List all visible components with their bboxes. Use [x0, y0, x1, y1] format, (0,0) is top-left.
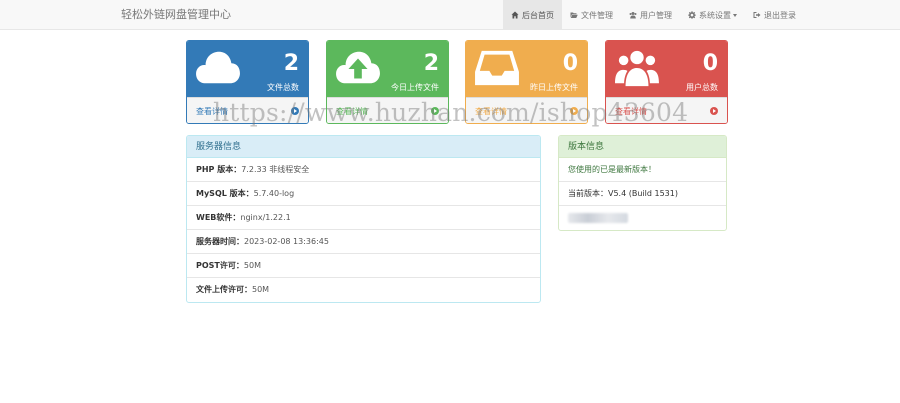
- sign-out-icon: [753, 11, 761, 19]
- nav-item-settings[interactable]: 系统设置: [680, 0, 745, 30]
- stat-value: 2: [423, 51, 439, 76]
- arrow-circle-right-icon: [431, 107, 439, 115]
- nav-item-label: 系统设置: [699, 10, 731, 20]
- view-details-label: 查看详情: [475, 106, 507, 116]
- stat-label: 文件总数: [267, 83, 299, 92]
- server-info-row: WEB软件：nginx/1.22.1: [187, 206, 540, 230]
- view-details-label: 查看详情: [196, 106, 228, 116]
- view-details-link[interactable]: 查看详情: [187, 97, 308, 123]
- home-icon: [511, 11, 519, 19]
- server-info-panel: 服务器信息 PHP 版本：7.2.33 非线程安全 MySQL 版本：5.7.4…: [186, 135, 541, 303]
- view-details-link[interactable]: 查看详情: [327, 97, 448, 123]
- view-details-link[interactable]: 查看详情: [466, 97, 587, 123]
- row-value: 50M: [243, 261, 261, 270]
- version-info-panel: 版本信息 您使用的已是最新版本！ 当前版本：V5.4 (Build 1531): [558, 135, 727, 231]
- stat-card-header: 2 今日上传文件: [327, 41, 448, 97]
- users-icon: [614, 47, 660, 89]
- gear-icon: [688, 11, 696, 19]
- stat-card-header: 0 昨日上传文件: [466, 41, 587, 97]
- stat-card-header: 0 用户总数: [606, 41, 727, 97]
- stat-card-user-total: 0 用户总数 查看详情: [605, 40, 728, 124]
- stat-label: 昨日上传文件: [530, 83, 578, 92]
- inbox-icon: [474, 47, 520, 89]
- version-blurred-row: [559, 206, 726, 230]
- main-nav: 后台首页 文件管理 用户管理 系统设置 退出登录: [503, 0, 804, 30]
- row-label: PHP 版本：: [196, 165, 242, 174]
- row-label: WEB软件：: [196, 213, 241, 222]
- arrow-circle-right-icon: [291, 107, 299, 115]
- stat-card-yesterday-uploads: 0 昨日上传文件 查看详情: [465, 40, 588, 124]
- users-icon: [629, 11, 637, 19]
- stat-value: 2: [283, 51, 299, 76]
- nav-item-label: 退出登录: [764, 10, 796, 20]
- nav-item-label: 后台首页: [522, 10, 554, 20]
- arrow-circle-right-icon: [570, 107, 578, 115]
- row-label: MySQL 版本：: [196, 189, 254, 198]
- server-info-row: MySQL 版本：5.7.40-log: [187, 182, 540, 206]
- nav-item-home[interactable]: 后台首页: [503, 0, 562, 30]
- stat-label: 用户总数: [686, 83, 718, 92]
- row-value: 5.7.40-log: [253, 189, 295, 198]
- row-value: nginx/1.22.1: [240, 213, 291, 222]
- panel-title: 服务器信息: [187, 136, 540, 158]
- panel-title: 版本信息: [559, 136, 726, 158]
- folder-open-icon: [570, 11, 578, 19]
- version-current: 当前版本：V5.4 (Build 1531): [559, 182, 726, 206]
- row-value: 50M: [252, 285, 270, 294]
- nav-item-label: 用户管理: [640, 10, 672, 20]
- stat-value: 0: [562, 51, 578, 76]
- cloud-icon: [195, 47, 241, 89]
- view-details-label: 查看详情: [336, 106, 368, 116]
- blurred-content: [568, 212, 628, 223]
- cloud-upload-icon: [335, 47, 381, 89]
- arrow-circle-right-icon: [710, 107, 718, 115]
- row-value: 2023-02-08 13:36:45: [244, 237, 329, 246]
- top-navbar: 轻松外链网盘管理中心 后台首页 文件管理 用户管理 系统设置 退出登录: [0, 0, 900, 30]
- stat-value: 0: [702, 51, 718, 76]
- row-label: POST许可：: [196, 261, 244, 270]
- caret-down-icon: [733, 13, 737, 17]
- stat-card-file-total: 2 文件总数 查看详情: [186, 40, 309, 124]
- nav-item-users[interactable]: 用户管理: [621, 0, 680, 30]
- nav-item-files[interactable]: 文件管理: [562, 0, 621, 30]
- server-info-row: 文件上传许可：50M: [187, 278, 540, 302]
- row-label: 文件上传许可：: [196, 285, 252, 294]
- brand-title[interactable]: 轻松外链网盘管理中心: [121, 0, 231, 30]
- stat-card-today-uploads: 2 今日上传文件 查看详情: [326, 40, 449, 124]
- stat-card-header: 2 文件总数: [187, 41, 308, 97]
- view-details-label: 查看详情: [615, 106, 647, 116]
- server-info-row: PHP 版本：7.2.33 非线程安全: [187, 158, 540, 182]
- server-info-row: POST许可：50M: [187, 254, 540, 278]
- version-latest-notice: 您使用的已是最新版本！: [559, 158, 726, 182]
- nav-item-label: 文件管理: [581, 10, 613, 20]
- server-info-row: 服务器时间：2023-02-08 13:36:45: [187, 230, 540, 254]
- view-details-link[interactable]: 查看详情: [606, 97, 727, 123]
- nav-item-logout[interactable]: 退出登录: [745, 0, 804, 30]
- stat-label: 今日上传文件: [391, 83, 439, 92]
- row-label: 服务器时间：: [196, 237, 244, 246]
- row-value: 7.2.33 非线程安全: [241, 165, 310, 174]
